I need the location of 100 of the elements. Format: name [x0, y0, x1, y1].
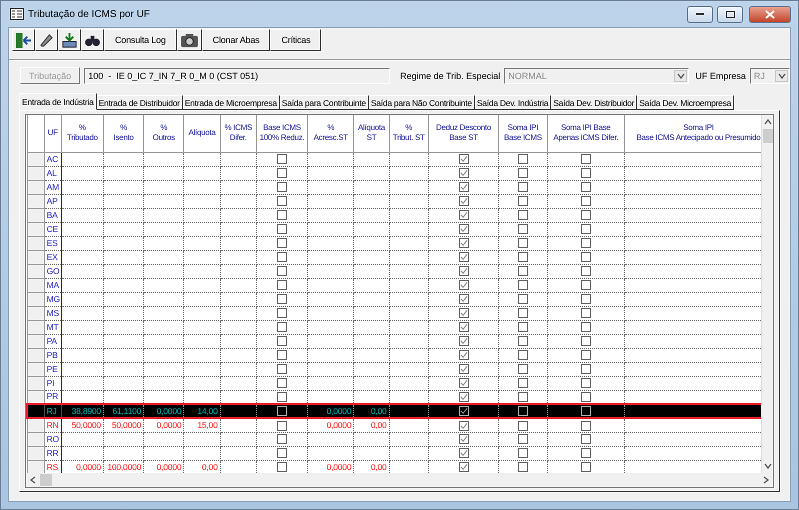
tab[interactable]: Saída para Contribuinte: [280, 95, 369, 110]
tab[interactable]: Saída Dev. Indústria: [474, 95, 552, 110]
checkbox[interactable]: [458, 308, 469, 318]
checkbox[interactable]: [276, 322, 287, 332]
checkbox[interactable]: [276, 266, 287, 276]
tab[interactable]: Saída Dev. Distribuidor: [551, 95, 638, 110]
row-header[interactable]: [27, 418, 44, 432]
toolbar-button[interactable]: [12, 29, 35, 51]
checkbox[interactable]: [276, 154, 287, 164]
checkbox[interactable]: [580, 350, 591, 360]
checkbox[interactable]: [518, 280, 528, 290]
tab[interactable]: Entrada de Microempresa: [182, 95, 280, 110]
checkbox[interactable]: [276, 294, 287, 304]
checkbox[interactable]: [518, 448, 528, 458]
checkbox[interactable]: [276, 364, 287, 374]
checkbox[interactable]: [276, 238, 287, 248]
checkbox[interactable]: [580, 168, 591, 178]
tab[interactable]: Entrada de Indústria: [19, 93, 97, 110]
checkbox[interactable]: [458, 210, 469, 220]
checkbox[interactable]: [518, 154, 528, 164]
tab[interactable]: Entrada de Distribuidor: [96, 95, 183, 110]
toolbar-button[interactable]: [81, 29, 104, 51]
checkbox[interactable]: [518, 168, 528, 178]
checkbox[interactable]: [518, 420, 528, 430]
checkbox[interactable]: [458, 420, 469, 430]
checkbox[interactable]: [276, 224, 287, 234]
scroll-thumb[interactable]: [762, 129, 772, 143]
checkbox[interactable]: [580, 294, 591, 304]
checkbox[interactable]: [580, 252, 591, 262]
checkbox[interactable]: [580, 182, 591, 192]
checkbox[interactable]: [458, 322, 469, 332]
checkbox[interactable]: [276, 336, 287, 346]
scroll-thumb[interactable]: [40, 474, 52, 486]
toolbar-button[interactable]: Clonar Abas: [202, 29, 270, 51]
checkbox[interactable]: [276, 434, 287, 444]
checkbox[interactable]: [458, 224, 469, 234]
checkbox[interactable]: [276, 168, 287, 178]
checkbox[interactable]: [458, 378, 469, 388]
checkbox[interactable]: [458, 280, 469, 290]
checkbox[interactable]: [276, 280, 287, 290]
checkbox[interactable]: [580, 322, 591, 332]
checkbox[interactable]: [458, 406, 469, 416]
toolbar-button[interactable]: [176, 29, 202, 51]
checkbox[interactable]: [276, 392, 287, 402]
checkbox[interactable]: [518, 252, 528, 262]
checkbox[interactable]: [580, 462, 591, 472]
maximize-button[interactable]: [717, 6, 743, 22]
checkbox[interactable]: [458, 364, 469, 374]
checkbox[interactable]: [518, 294, 528, 304]
checkbox[interactable]: [276, 420, 287, 430]
checkbox[interactable]: [458, 252, 469, 262]
checkbox[interactable]: [458, 434, 469, 444]
checkbox[interactable]: [276, 308, 287, 318]
checkbox[interactable]: [276, 252, 287, 262]
checkbox[interactable]: [580, 448, 591, 458]
checkbox[interactable]: [458, 448, 469, 458]
toolbar-button[interactable]: Consulta Log: [104, 29, 177, 51]
checkbox[interactable]: [518, 322, 528, 332]
checkbox[interactable]: [518, 308, 528, 318]
checkbox[interactable]: [518, 350, 528, 360]
checkbox[interactable]: [276, 350, 287, 360]
checkbox[interactable]: [518, 406, 528, 416]
checkbox[interactable]: [458, 168, 469, 178]
checkbox[interactable]: [580, 196, 591, 206]
checkbox[interactable]: [580, 238, 591, 248]
checkbox[interactable]: [518, 266, 528, 276]
tab[interactable]: Saída Dev. Microempresa: [637, 95, 734, 110]
toolbar-button[interactable]: Críticas: [270, 29, 322, 51]
checkbox[interactable]: [458, 350, 469, 360]
checkbox[interactable]: [580, 308, 591, 318]
minimize-button[interactable]: [687, 6, 713, 22]
checkbox[interactable]: [580, 336, 591, 346]
toolbar-button[interactable]: [58, 29, 81, 51]
checkbox[interactable]: [276, 210, 287, 220]
checkbox[interactable]: [518, 336, 528, 346]
checkbox[interactable]: [518, 182, 528, 192]
checkbox[interactable]: [458, 182, 469, 192]
checkbox[interactable]: [458, 392, 469, 402]
checkbox[interactable]: [458, 462, 469, 472]
vertical-scrollbar[interactable]: [761, 115, 773, 473]
checkbox[interactable]: [458, 238, 469, 248]
checkbox[interactable]: [276, 378, 287, 388]
checkbox[interactable]: [518, 210, 528, 220]
checkbox[interactable]: [276, 448, 287, 458]
checkbox[interactable]: [518, 462, 528, 472]
checkbox[interactable]: [518, 392, 528, 402]
checkbox[interactable]: [276, 196, 287, 206]
checkbox[interactable]: [518, 378, 528, 388]
checkbox[interactable]: [580, 420, 591, 430]
row-header[interactable]: [27, 404, 44, 418]
checkbox[interactable]: [458, 266, 469, 276]
checkbox[interactable]: [580, 406, 591, 416]
checkbox[interactable]: [580, 392, 591, 402]
tab[interactable]: Saída para Não Contribuinte: [368, 95, 475, 110]
checkbox[interactable]: [580, 154, 591, 164]
checkbox[interactable]: [518, 238, 528, 248]
checkbox[interactable]: [580, 266, 591, 276]
checkbox[interactable]: [518, 196, 528, 206]
checkbox[interactable]: [458, 154, 469, 164]
checkbox[interactable]: [518, 224, 528, 234]
